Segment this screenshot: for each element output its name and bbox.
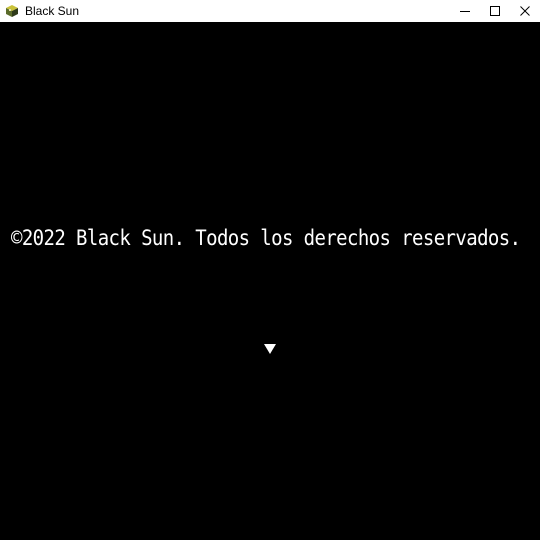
game-window: Black Sun ©2022 Black Sun. Todos los der…	[0, 0, 540, 540]
maximize-icon	[490, 6, 500, 16]
close-icon	[520, 6, 530, 16]
minimize-icon	[460, 11, 470, 12]
copyright-text: ©2022 Black Sun. Todos los derechos rese…	[11, 226, 521, 251]
title-bar[interactable]: Black Sun	[0, 0, 540, 22]
window-title: Black Sun	[25, 4, 80, 18]
window-controls	[450, 0, 540, 22]
maximize-button[interactable]	[480, 0, 510, 22]
triangle-down-icon[interactable]	[263, 343, 277, 355]
minimize-button[interactable]	[450, 0, 480, 22]
game-screen[interactable]: ©2022 Black Sun. Todos los derechos rese…	[0, 22, 540, 540]
close-button[interactable]	[510, 0, 540, 22]
app-cube-icon	[5, 4, 19, 18]
